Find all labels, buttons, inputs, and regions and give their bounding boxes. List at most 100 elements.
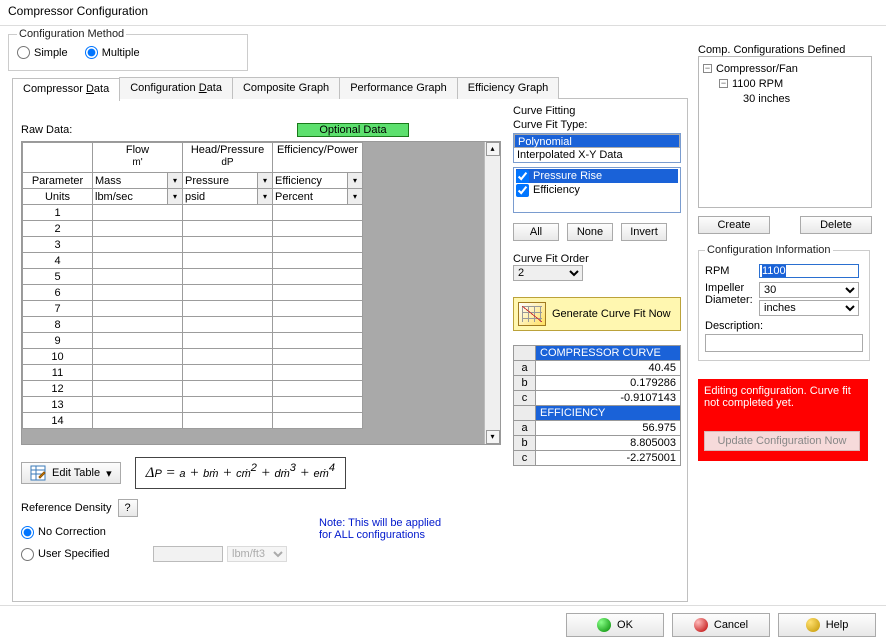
coefficients-table: COMPRESSOR CURVE a40.45 b0.179286 c-0.91…: [513, 345, 681, 466]
impeller-diameter-select[interactable]: 30: [759, 282, 859, 298]
help-icon: [806, 618, 820, 632]
dropdown-arrow-icon: ▾: [106, 467, 112, 480]
help-label: Help: [826, 619, 849, 631]
dialog-footer: OK Cancel Help: [0, 605, 886, 643]
tab-configuration-data[interactable]: Configuration Data: [119, 77, 233, 99]
radio-simple[interactable]: [17, 46, 30, 59]
radio-user-specified[interactable]: [21, 548, 34, 561]
tab-panel: Compressor Data Configuration Data Compo…: [12, 98, 688, 602]
ref-density-unit-select: lbm/ft3: [227, 546, 287, 562]
curve-fit-type-list[interactable]: Polynomial Interpolated X-Y Data: [513, 133, 681, 163]
scroll-down-icon[interactable]: ▾: [486, 430, 500, 444]
rpm-input[interactable]: 1100: [759, 264, 859, 278]
dropdown-arrow-icon[interactable]: ▾: [167, 189, 182, 204]
ok-button[interactable]: OK: [566, 613, 664, 637]
create-button[interactable]: Create: [698, 216, 770, 234]
dropdown-arrow-icon[interactable]: ▾: [347, 189, 362, 204]
curve-fit-type-label: Curve Fit Type:: [513, 119, 683, 131]
edit-table-label: Edit Table: [52, 467, 100, 479]
series-efficiency-label: Efficiency: [533, 184, 580, 196]
series-efficiency[interactable]: Efficiency: [516, 183, 678, 197]
reference-density-group: Reference Density ? No Correction User S…: [21, 499, 321, 565]
tab-compressor-data[interactable]: Compressor Data: [12, 78, 120, 101]
curve-fit-order-select[interactable]: 2: [513, 265, 583, 281]
curve-fitting-legend: Curve Fitting: [513, 105, 683, 117]
alert-panel: Editing configuration. Curve fit not com…: [698, 379, 868, 461]
raw-data-label: Raw Data:: [21, 124, 291, 136]
config-method-legend: Configuration Method: [17, 28, 126, 40]
curve-fit-order-label: Curve Fit Order: [513, 253, 683, 265]
radio-user-specified-label: User Specified: [38, 548, 110, 560]
cancel-icon: [694, 618, 708, 632]
dropdown-arrow-icon[interactable]: ▾: [257, 189, 272, 204]
curve-fit-type-polynomial[interactable]: Polynomial: [514, 134, 680, 148]
select-invert-button[interactable]: Invert: [621, 223, 667, 241]
curve-fitting-group: Curve Fitting Curve Fit Type: Polynomial…: [513, 105, 683, 466]
ref-density-value-input: [153, 546, 223, 562]
config-method-multiple[interactable]: Multiple: [85, 46, 140, 59]
check-icon: [597, 618, 611, 632]
radio-multiple-label: Multiple: [102, 47, 140, 59]
radio-simple-label: Simple: [34, 47, 68, 59]
config-method-simple[interactable]: Simple: [17, 46, 68, 59]
select-none-button[interactable]: None: [567, 223, 613, 241]
select-all-button[interactable]: All: [513, 223, 559, 241]
ref-density-user-specified[interactable]: User Specified: [21, 548, 139, 561]
configuration-info-group: Configuration Information RPM 1100 Impel…: [698, 244, 870, 361]
dropdown-arrow-icon[interactable]: ▾: [257, 173, 272, 188]
generate-curve-fit-label: Generate Curve Fit Now: [552, 308, 671, 320]
series-pressure-rise-label: Pressure Rise: [533, 170, 602, 182]
generate-curve-fit-button[interactable]: Generate Curve Fit Now: [513, 297, 681, 331]
config-method-group: Configuration Method Simple Multiple: [8, 28, 248, 71]
edit-table-button[interactable]: Edit Table ▾: [21, 462, 121, 484]
configuration-info-legend: Configuration Information: [705, 244, 833, 256]
generate-curve-icon: [518, 302, 546, 326]
ok-label: OK: [617, 619, 633, 631]
tree-leaf[interactable]: 30 inches: [743, 93, 790, 105]
tree-root[interactable]: Compressor/Fan: [716, 63, 798, 75]
ref-density-no-correction[interactable]: No Correction: [21, 526, 106, 539]
description-label: Description:: [705, 320, 763, 332]
curve-fit-type-interpolated[interactable]: Interpolated X-Y Data: [514, 148, 680, 162]
window-title: Compressor Configuration: [0, 0, 886, 26]
curve-fit-series-list[interactable]: Pressure Rise Efficiency: [513, 167, 681, 213]
checkbox-pressure-rise[interactable]: [516, 170, 529, 183]
reference-density-note: Note: This will be applied for ALL confi…: [319, 517, 489, 541]
cancel-label: Cancel: [714, 619, 748, 631]
impeller-label: ImpellerDiameter:: [705, 282, 759, 306]
grid-scrollbar[interactable]: ▴ ▾: [484, 142, 500, 444]
table-edit-icon: [30, 465, 46, 481]
cancel-button[interactable]: Cancel: [672, 613, 770, 637]
reference-density-help-button[interactable]: ?: [118, 499, 138, 517]
formula-display: ΔP = a + bṁ + cṁ2 + dṁ3 + eṁ4: [135, 457, 346, 489]
help-button[interactable]: Help: [778, 613, 876, 637]
tree-child[interactable]: 1100 RPM: [732, 78, 783, 90]
impeller-unit-select[interactable]: inches: [759, 300, 859, 316]
radio-no-correction[interactable]: [21, 526, 34, 539]
reference-density-legend: Reference Density: [21, 502, 112, 514]
alert-text-line1: Editing configuration. Curve fit: [704, 385, 862, 397]
dropdown-arrow-icon[interactable]: ▾: [167, 173, 182, 188]
coeff-section-efficiency: EFFICIENCY: [536, 406, 681, 421]
tab-efficiency-graph[interactable]: Efficiency Graph: [457, 77, 560, 99]
rpm-label: RPM: [705, 265, 759, 277]
series-pressure-rise[interactable]: Pressure Rise: [516, 169, 678, 183]
optional-data-badge: Optional Data: [297, 123, 409, 137]
description-input[interactable]: [705, 334, 863, 352]
tab-composite-graph[interactable]: Composite Graph: [232, 77, 340, 99]
radio-multiple[interactable]: [85, 46, 98, 59]
alert-text-line2: not completed yet.: [704, 397, 862, 409]
dropdown-arrow-icon[interactable]: ▾: [347, 173, 362, 188]
update-configuration-button: Update Configuration Now: [704, 431, 860, 451]
coeff-section-compressor: COMPRESSOR CURVE: [536, 346, 681, 361]
delete-button[interactable]: Delete: [800, 216, 872, 234]
configurations-defined-label: Comp. Configurations Defined: [698, 44, 872, 56]
checkbox-efficiency[interactable]: [516, 184, 529, 197]
tree-toggle-root[interactable]: −: [703, 64, 712, 73]
configurations-tree[interactable]: −Compressor/Fan −1100 RPM 30 inches: [698, 56, 872, 208]
tree-toggle-child[interactable]: −: [719, 79, 728, 88]
tab-performance-graph[interactable]: Performance Graph: [339, 77, 458, 99]
radio-no-correction-label: No Correction: [38, 526, 106, 538]
scroll-up-icon[interactable]: ▴: [486, 142, 500, 156]
raw-data-grid[interactable]: Flowm'Head/PressuredPEfficiency/PowerPar…: [21, 141, 501, 445]
